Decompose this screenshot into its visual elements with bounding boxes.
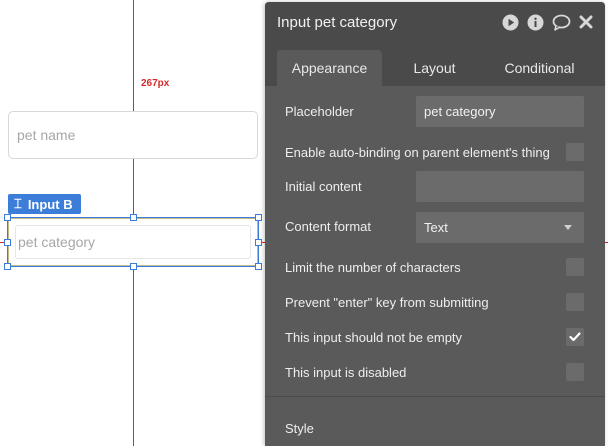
resize-handle-bottom[interactable] [130,263,137,270]
pet-category-input-box[interactable]: pet category [15,225,251,259]
limit-chars-checkbox[interactable] [566,258,584,276]
panel-header: Input pet category [265,2,605,42]
pet-category-input[interactable]: pet category [7,217,259,267]
disabled-label: This input is disabled [285,364,407,380]
content-format-value: Text [424,220,448,235]
placeholder-field[interactable]: pet category [416,96,584,127]
element-name-label: Input B [27,196,73,212]
prevent-enter-row: Prevent "enter" key from submitting [285,292,585,312]
guide-distance-label: 267px [141,78,170,89]
prevent-enter-label: Prevent "enter" key from submitting [285,294,489,310]
property-editor-panel: Input pet category Appearance Layout Con… [265,2,605,446]
not-empty-checkbox[interactable] [566,328,584,346]
resize-handle-top-right[interactable] [255,214,262,221]
element-name-tag[interactable]: ⌶ Input B [8,194,81,214]
pet-category-placeholder: pet category [18,234,96,250]
placeholder-value: pet category [424,104,496,119]
play-icon[interactable] [502,14,519,31]
resize-handle-top[interactable] [130,214,137,221]
checkmark-icon [569,332,581,342]
initial-content-field[interactable] [416,171,584,202]
disabled-row: This input is disabled [285,362,585,382]
limit-chars-row: Limit the number of characters [285,257,585,277]
autobinding-row: Enable auto-binding on parent element's … [285,142,585,162]
panel-tabs: Appearance Layout Conditional [265,42,605,86]
resize-handle-top-left[interactable] [4,214,11,221]
tab-conditional[interactable]: Conditional [487,50,592,86]
disabled-checkbox[interactable] [566,363,584,381]
style-row[interactable]: Style [285,418,585,438]
not-empty-label: This input should not be empty [285,329,463,345]
text-cursor-icon: ⌶ [14,196,22,211]
autobinding-checkbox[interactable] [566,143,584,161]
comment-icon[interactable] [552,14,571,31]
info-icon[interactable] [527,14,544,31]
chevron-down-icon [564,225,572,230]
resize-handle-left[interactable] [4,239,11,246]
autobinding-label: Enable auto-binding on parent element's … [285,144,550,160]
limit-chars-label: Limit the number of characters [285,259,461,275]
panel-title: Input pet category [277,13,398,31]
resize-handle-bottom-right[interactable] [255,263,262,270]
resize-handle-right[interactable] [255,239,262,246]
tab-layout[interactable]: Layout [382,50,487,86]
pet-name-placeholder: pet name [17,127,76,143]
tab-appearance[interactable]: Appearance [277,50,382,86]
panel-header-icons [502,14,593,31]
not-empty-row: This input should not be empty [285,327,585,347]
content-format-select[interactable]: Text [416,212,584,243]
close-icon[interactable] [579,15,593,29]
section-divider [265,396,605,397]
style-label: Style [285,420,314,436]
prevent-enter-checkbox[interactable] [566,293,584,311]
pet-name-input[interactable]: pet name [8,111,258,159]
resize-handle-bottom-left[interactable] [4,263,11,270]
